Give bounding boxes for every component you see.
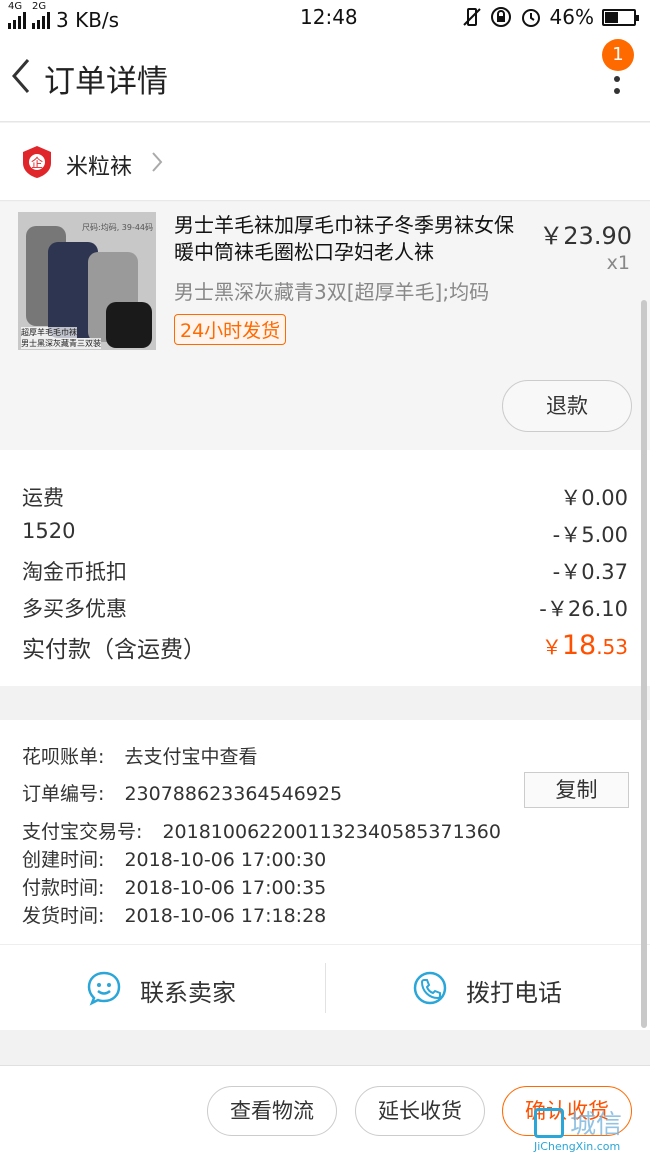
cost-row: 运费 ￥0.00 — [22, 482, 628, 512]
chevron-right-icon — [152, 152, 163, 172]
page-title: 订单详情 — [44, 64, 168, 100]
cost-value: -￥5.00 — [552, 523, 628, 547]
order-number-label: 订单编号: — [22, 783, 105, 805]
paid-row: 付款时间: 2018-10-06 17:00:35 — [22, 873, 326, 900]
huabei-row[interactable]: 花呗账单: 去支付宝中查看 — [22, 742, 257, 769]
signal-1: 4G — [8, 1, 26, 34]
order-number: 2307886233645469​25 — [124, 783, 343, 805]
cost-summary: 运费 ￥0.00 1520 -￥5.00 淘金币抵扣 -￥0.37 多买多优惠 … — [0, 450, 650, 686]
shipping-tag: 24小时发货 — [174, 314, 287, 345]
shop-row[interactable]: 企 米粒袜 — [0, 123, 650, 201]
alarm-icon — [521, 9, 540, 27]
paid-time: 2018-10-06 17:00:35 — [124, 877, 327, 899]
status-left: 4G 2G 3 KB/s — [8, 1, 120, 34]
scrollbar[interactable] — [641, 300, 647, 1028]
extend-receipt-button[interactable]: 延长收货 — [355, 1086, 485, 1136]
cost-label: 1520 — [22, 519, 76, 543]
total-value: ￥18.53 — [542, 630, 628, 661]
refund-button[interactable]: 退款 — [502, 380, 632, 432]
created-time: 2018-10-06 17:00:30 — [124, 849, 327, 871]
total-label: 实付款（含运费） — [22, 637, 206, 663]
created-row: 创建时间: 2018-10-06 17:00:30 — [22, 845, 326, 872]
contact-seller-button[interactable]: 联系卖家 — [0, 945, 325, 1031]
cost-label: 淘金币抵扣 — [22, 560, 127, 584]
product-image-caption: 超厚羊毛毛巾袜 — [21, 327, 77, 338]
total-currency: ￥ — [541, 635, 562, 659]
chat-bubble-icon — [87, 971, 121, 1006]
phone-icon — [413, 971, 447, 1005]
huabei-label: 花呗账单: — [22, 746, 105, 768]
signal-2: 2G — [32, 1, 50, 34]
product-size-label: 尺码:均码, 39-44码 — [82, 223, 154, 232]
shipped-row: 发货时间: 2018-10-06 17:18:28 — [22, 901, 326, 928]
watermark-text: 城信 — [570, 1110, 623, 1140]
product-price: ￥23.90 — [539, 222, 632, 250]
network-4g-label: 4G — [8, 1, 23, 12]
battery-percent: 46% — [549, 5, 594, 29]
order-item[interactable]: 尺码:均码, 39-44码 超厚羊毛毛巾袜 男士黑深灰藏青三双装 男士羊毛袜加厚… — [0, 202, 650, 450]
contact-seller-label: 联系卖家 — [140, 979, 236, 1007]
vibrate-icon — [462, 8, 481, 26]
shop-logo-char: 企 — [31, 155, 43, 170]
cost-value: -￥0.37 — [552, 560, 628, 584]
status-bar: 4G 2G 3 KB/s 12:48 46% — [0, 0, 650, 34]
call-phone-button[interactable]: 拨打电话 — [326, 945, 650, 1031]
lock-rotation-icon — [490, 7, 511, 27]
signal-icon — [8, 11, 26, 29]
created-label: 创建时间: — [22, 849, 105, 871]
cost-value: -￥26.10 — [539, 597, 628, 621]
shipped-label: 发货时间: — [22, 905, 105, 927]
cost-label: 多买多优惠 — [22, 597, 127, 621]
watermark-url: JiChengXin.com — [534, 1140, 621, 1153]
signal-icon — [32, 11, 50, 29]
shop-name: 米粒袜 — [66, 155, 133, 180]
navbar: 订单详情 1 — [0, 34, 650, 122]
cost-row: 多买多优惠 -￥26.10 — [22, 593, 628, 623]
product-title[interactable]: 男士羊毛袜加厚毛巾袜子冬季男袜女保暖中筒袜毛圈松口孕妇老人袜 — [174, 212, 526, 266]
cost-row: 淘金币抵扣 -￥0.37 — [22, 556, 628, 586]
network-speed: 3 KB/s — [56, 7, 120, 32]
order-number-row: 订单编号: 2307886233645469​25 — [22, 779, 342, 806]
paid-label: 付款时间: — [22, 877, 105, 899]
cost-row: 1520 -￥5.00 — [22, 519, 628, 547]
call-phone-label: 拨打电话 — [466, 979, 562, 1007]
product-quantity: x1 — [606, 252, 630, 274]
status-time: 12:48 — [300, 5, 358, 29]
product-image-caption: 男士黑深灰藏青三双装 — [21, 338, 101, 349]
alipay-label: 支付宝交易号: — [22, 821, 143, 843]
network-2g-label: 2G — [32, 1, 47, 12]
back-arrow-icon[interactable] — [6, 54, 36, 98]
cost-label: 运费 — [22, 486, 64, 510]
shipped-time: 2018-10-06 17:18:28 — [124, 905, 327, 927]
view-logistics-button[interactable]: 查看物流 — [207, 1086, 337, 1136]
huabei-value[interactable]: 去支付宝中查看 — [124, 746, 257, 768]
total-int: 18 — [561, 630, 597, 661]
alipay-number: 2018100622001132340585371360 — [162, 821, 501, 843]
product-sku: 男士黑深灰藏青3双[超厚羊毛];均码 — [174, 280, 490, 304]
notification-badge: 1 — [602, 39, 634, 71]
alipay-row: 支付宝交易号: 2018100622001132340585371360 — [22, 817, 501, 844]
watermark-square-icon — [534, 1108, 564, 1138]
status-right: 46% — [462, 5, 639, 29]
contact-bar: 联系卖家 拨打电话 — [0, 944, 650, 1030]
battery-icon — [602, 8, 639, 26]
watermark-logo: 城信 JiChengXin.com — [530, 1104, 650, 1153]
copy-button[interactable]: 复制 — [524, 772, 629, 808]
order-info: 花呗账单: 去支付宝中查看 订单编号: 2307886233645469​25 … — [0, 720, 650, 944]
product-thumbnail[interactable]: 尺码:均码, 39-44码 超厚羊毛毛巾袜 男士黑深灰藏青三双装 — [18, 212, 156, 350]
cost-value: ￥0.00 — [560, 486, 628, 510]
total-dec: .53 — [596, 635, 628, 659]
shop-logo-icon: 企 — [23, 146, 51, 178]
total-row: 实付款（含运费） ￥18.53 — [22, 630, 628, 664]
